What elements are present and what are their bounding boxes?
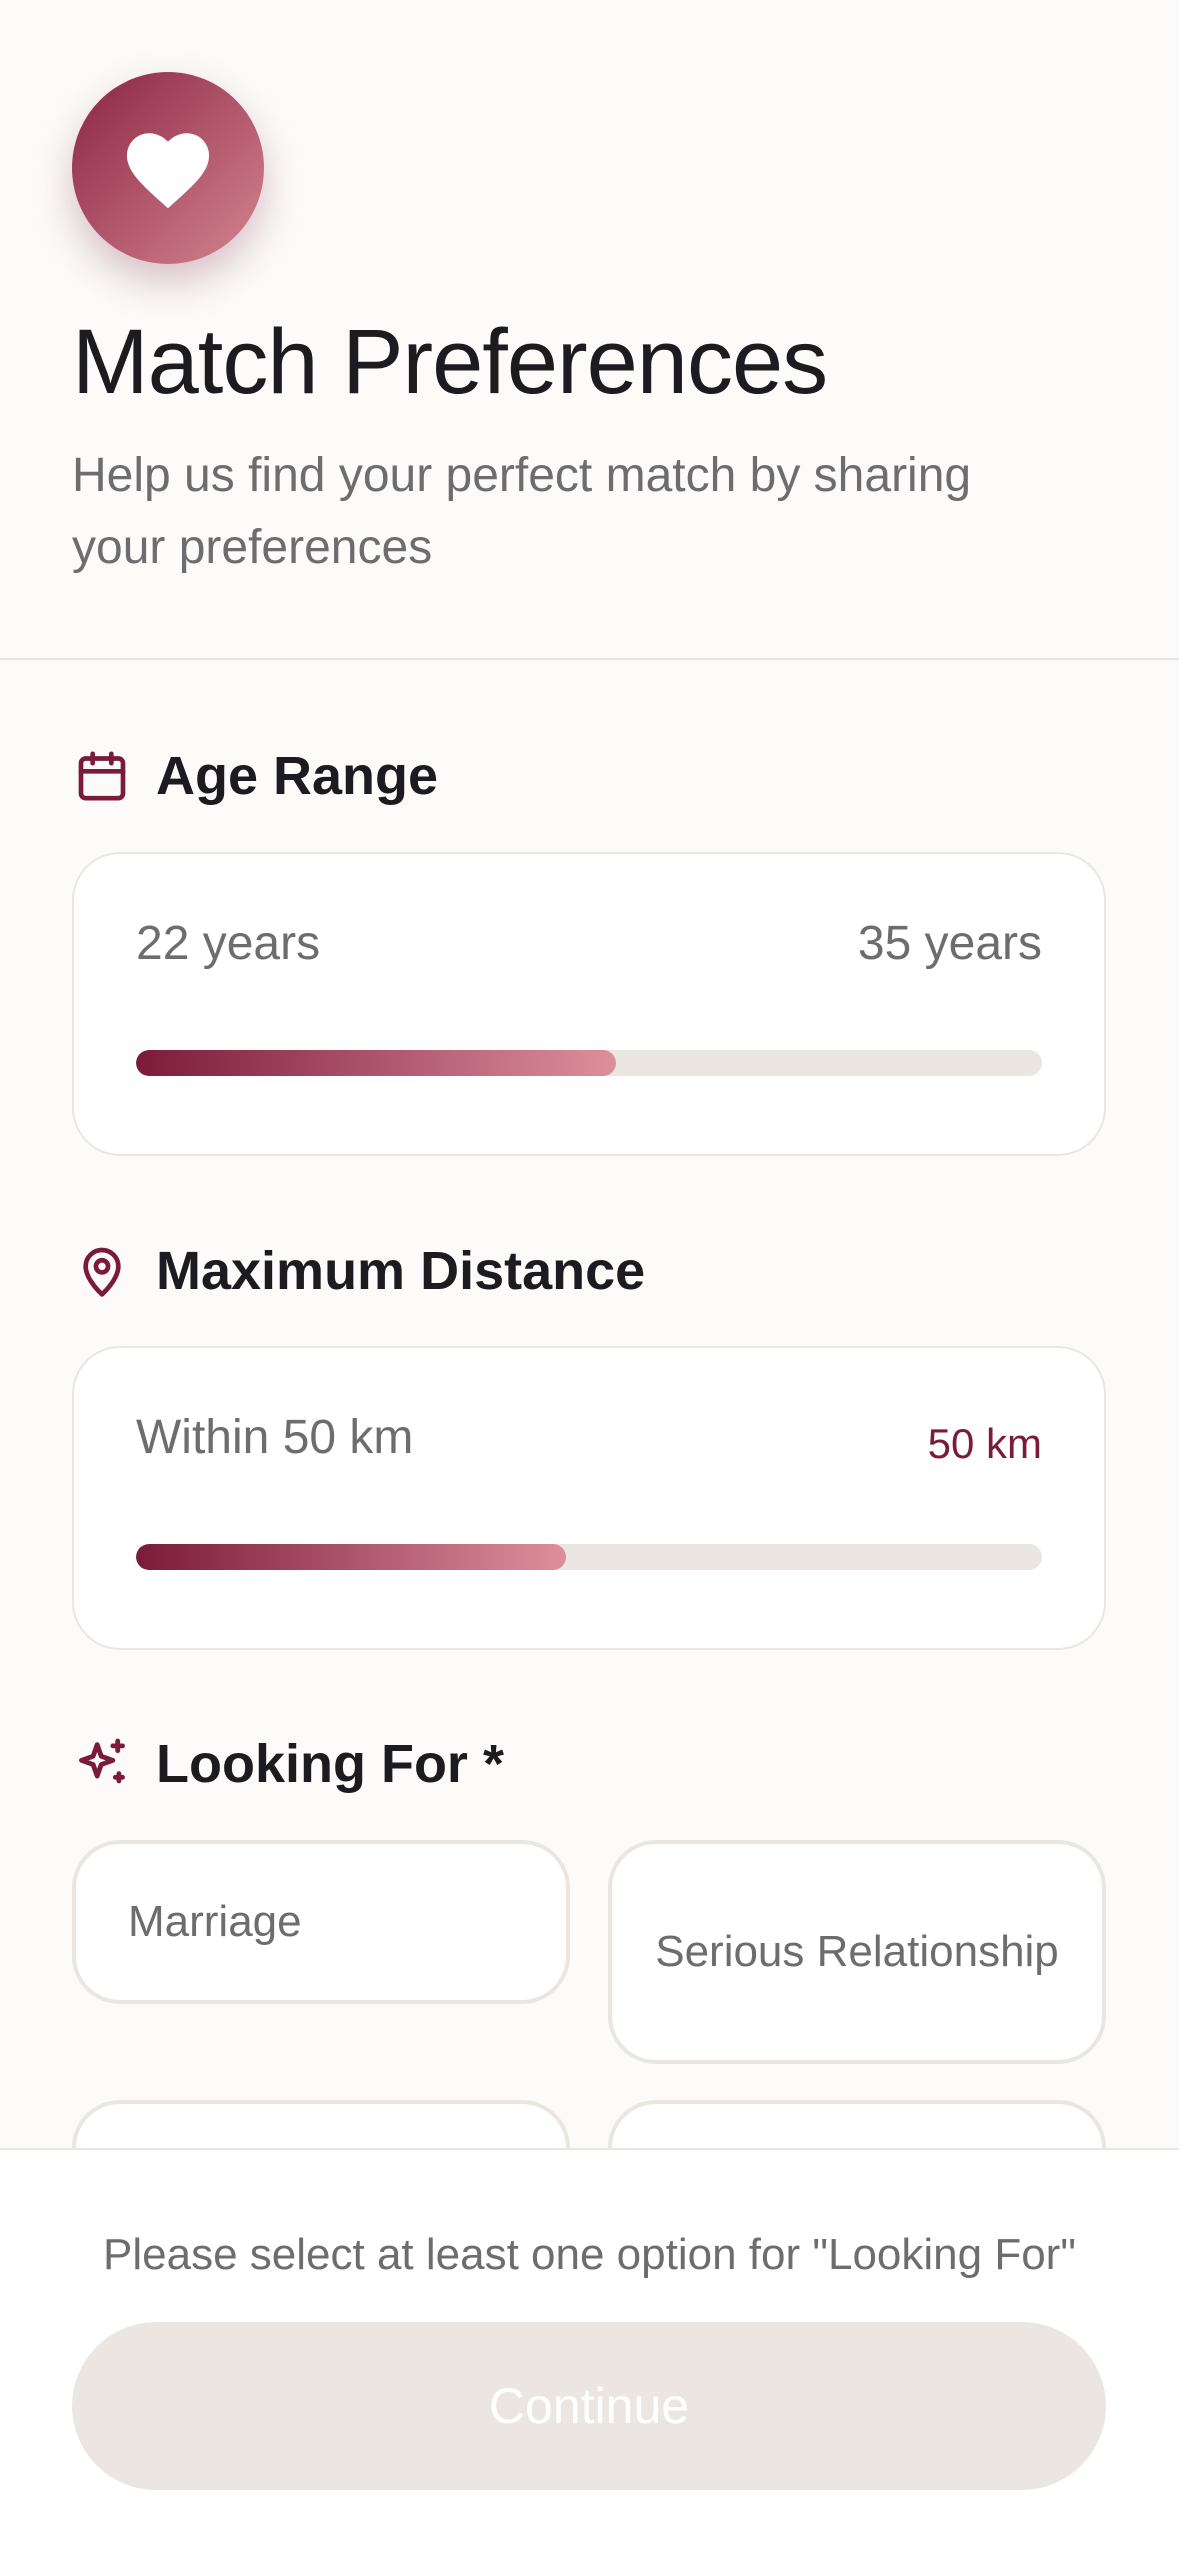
option-serious-relationship[interactable]: Serious Relationship — [608, 1840, 1106, 2064]
distance-fill — [136, 1544, 567, 1570]
option-marriage[interactable]: Marriage — [72, 1840, 570, 2004]
sparkles-icon — [72, 1734, 132, 1794]
distance-description: Within 50 km — [136, 1411, 414, 1464]
page-title: Match Preferences — [72, 311, 828, 413]
age-max-label: 35 years — [857, 917, 1042, 970]
distance-card: Within 50 km 50 km — [72, 1346, 1106, 1650]
age-range-card: 22 years 35 years — [72, 852, 1106, 1156]
option-label: Serious Relationship — [655, 1927, 1059, 1976]
map-pin-icon — [72, 1241, 132, 1301]
age-range-label: Age Range — [156, 746, 439, 806]
looking-for-heading: Looking For * — [72, 1733, 504, 1795]
age-range-heading: Age Range — [72, 745, 438, 807]
heart-icon — [126, 133, 210, 209]
looking-for-label: Looking For * — [156, 1734, 504, 1794]
logo-badge — [72, 72, 264, 264]
footer: Please select at least one option for "L… — [0, 2148, 1179, 2556]
page-subtitle: Help us find your perfect match by shari… — [72, 449, 972, 574]
distance-slider[interactable] — [136, 1544, 1042, 1570]
option-label: Marriage — [128, 1897, 302, 1946]
validation-message: Please select at least one option for "L… — [103, 2230, 1076, 2279]
header: Match Preferences Help us find your perf… — [0, 0, 1179, 660]
continue-button[interactable]: Continue — [72, 2322, 1106, 2490]
calendar-icon — [72, 746, 132, 806]
distance-value: 50 km — [927, 1420, 1042, 1467]
distance-heading: Maximum Distance — [72, 1240, 645, 1302]
age-range-fill — [136, 1050, 617, 1076]
age-min-label: 22 years — [136, 917, 321, 970]
age-range-slider[interactable] — [136, 1050, 1042, 1076]
distance-label: Maximum Distance — [156, 1241, 646, 1301]
